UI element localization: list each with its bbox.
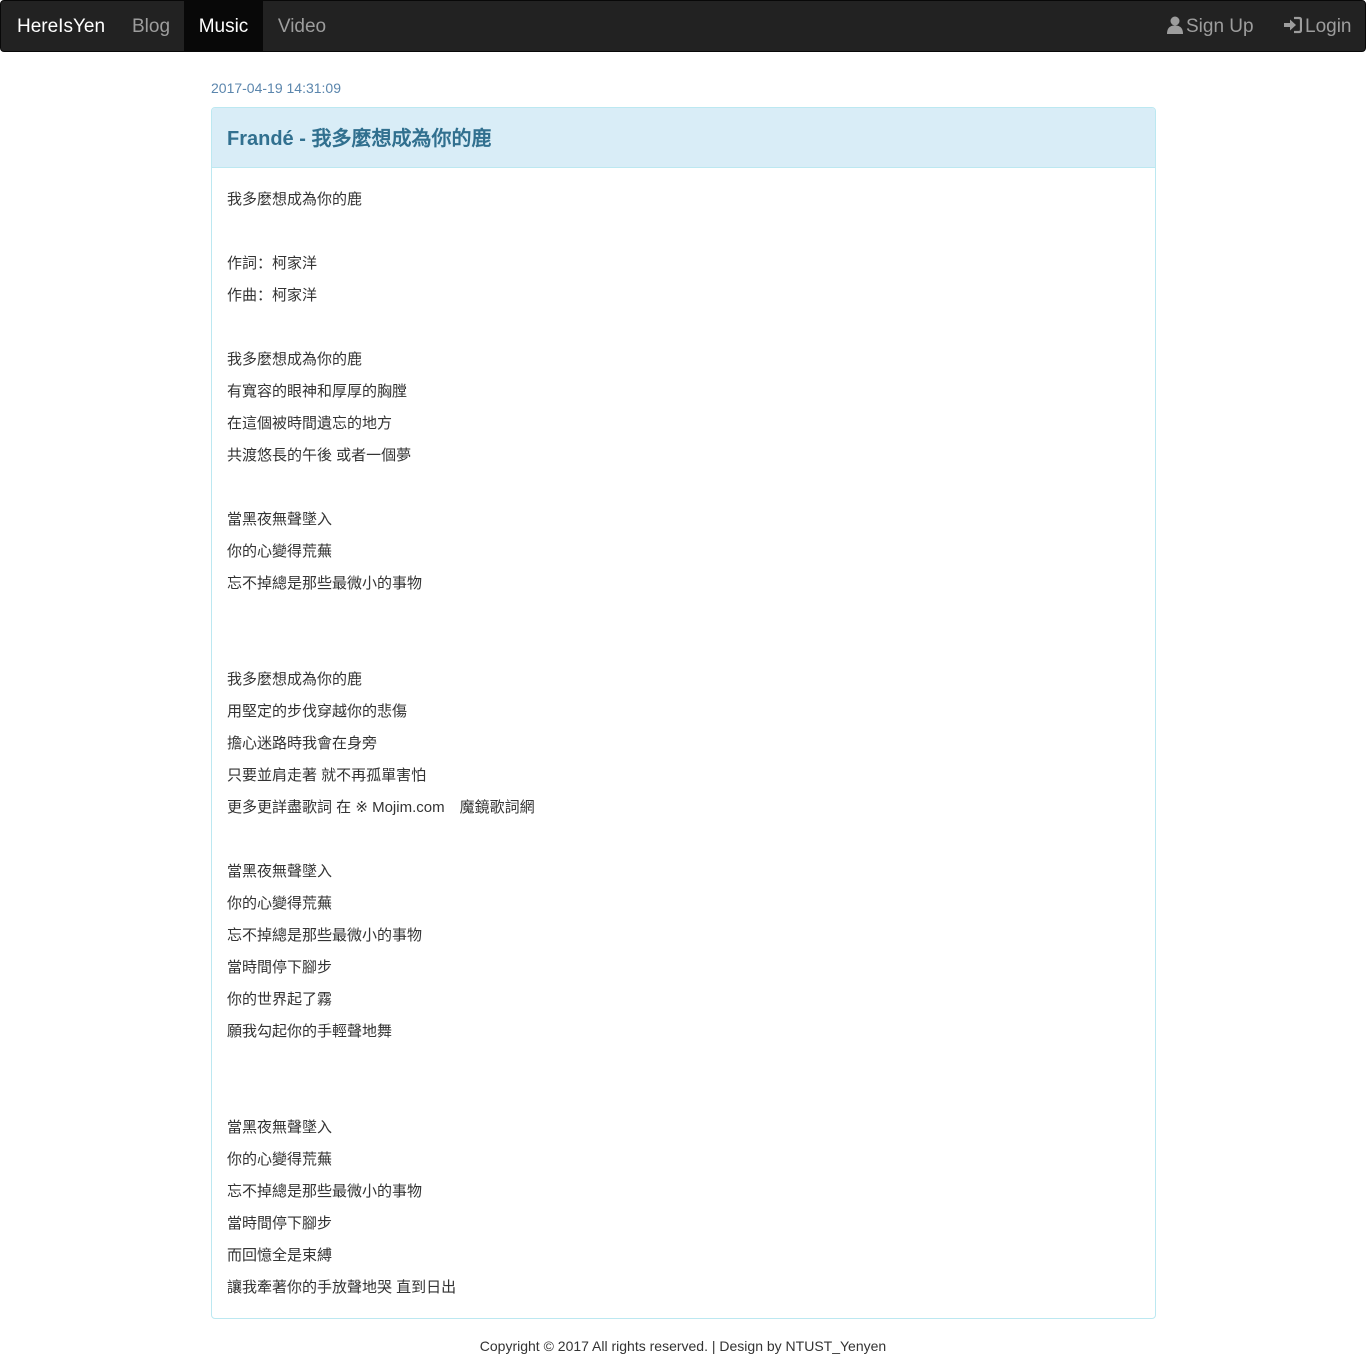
lyric-line: 我多麼想成為你的鹿 xyxy=(227,351,363,368)
lyric-line: 你的世界起了霧 xyxy=(227,991,333,1008)
lyric-line: 而回憶全是束縛 xyxy=(227,1247,333,1264)
lyric-line: 你的心變得荒蕪 xyxy=(227,895,333,912)
lyric-line xyxy=(227,600,1137,632)
lyric-line: 我多麼想成為你的鹿 xyxy=(227,191,363,208)
lyric-line xyxy=(227,312,1137,344)
lyric-line: 當黑夜無聲墜入 xyxy=(227,511,333,528)
lyric-line: 用堅定的步伐穿越你的悲傷 xyxy=(227,703,408,720)
post-title: Frandé - 我多麼想成為你的鹿 xyxy=(227,128,492,150)
brand-link[interactable]: HereIsYen xyxy=(17,1,105,51)
lyric-line xyxy=(227,1080,1137,1112)
lyric-line: 當時間停下腳步 xyxy=(227,1215,333,1232)
login-icon xyxy=(1283,3,1303,55)
lyric-line: 有寬容的眼神和厚厚的胸膛 xyxy=(227,383,408,400)
lyric-line: 忘不掉總是那些最微小的事物 xyxy=(227,927,423,944)
lyric-line: 當黑夜無聲墜入 xyxy=(227,1119,333,1136)
post-panel: Frandé - 我多麼想成為你的鹿 我多麼想成為你的鹿 作詞：柯家洋 作曲：柯家洋… xyxy=(211,107,1156,1319)
lyric-line: 只要並肩走著 就不再孤單害怕 xyxy=(227,767,427,784)
lyric-line: 願我勾起你的手輕聲地舞 xyxy=(227,1023,393,1040)
lyric-line: 當時間停下腳步 xyxy=(227,959,333,976)
lyric-line: 你的心變得荒蕪 xyxy=(227,1151,333,1168)
top-navbar: HereIsYen Blog Music Video Sign Up Login xyxy=(0,0,1366,52)
lyric-line xyxy=(227,632,1137,664)
lyric-line: 我多麼想成為你的鹿 xyxy=(227,671,363,688)
lyric-line xyxy=(227,472,1137,504)
signup-label: Sign Up xyxy=(1186,16,1254,37)
lyric-line xyxy=(227,216,1137,248)
lyric-line: 共渡悠長的午後 或者一個夢 xyxy=(227,447,412,464)
lyric-line xyxy=(227,824,1137,856)
post-panel-heading: Frandé - 我多麼想成為你的鹿 xyxy=(212,108,1155,168)
lyric-line: 更多更詳盡歌詞 在 ※ Mojim.com 魔鏡歌詞網 xyxy=(227,799,535,816)
lyric-line xyxy=(227,1048,1137,1080)
lyric-line: 作曲：柯家洋 xyxy=(227,287,318,304)
post-timestamp: 2017-04-19 14:31:09 xyxy=(211,80,341,96)
login-link[interactable]: Login xyxy=(1283,1,1352,51)
footer-copyright: Copyright © 2017 All rights reserved. | … xyxy=(479,1338,887,1354)
nav-link-video[interactable]: Video xyxy=(263,1,341,51)
lyric-line: 讓我牽著你的手放聲地哭 直到日出 xyxy=(227,1279,457,1296)
lyric-line: 擔心迷路時我會在身旁 xyxy=(227,735,378,752)
lyrics-body: 我多麼想成為你的鹿 作詞：柯家洋 作曲：柯家洋 我多麼想成為你的鹿 有寬容的眼神和厚厚的… xyxy=(227,184,1137,1304)
lyric-line: 作詞：柯家洋 xyxy=(227,255,318,272)
nav-link-blog[interactable]: Blog xyxy=(118,1,184,51)
lyric-line: 忘不掉總是那些最微小的事物 xyxy=(227,575,423,592)
login-label: Login xyxy=(1305,16,1352,37)
nav-link-music[interactable]: Music xyxy=(184,1,263,51)
lyric-line: 你的心變得荒蕪 xyxy=(227,543,333,560)
signup-link[interactable]: Sign Up xyxy=(1167,1,1254,51)
user-icon xyxy=(1167,3,1183,55)
lyric-line: 當黑夜無聲墜入 xyxy=(227,863,333,880)
lyric-line: 在這個被時間遺忘的地方 xyxy=(227,415,393,432)
lyric-line: 忘不掉總是那些最微小的事物 xyxy=(227,1183,423,1200)
